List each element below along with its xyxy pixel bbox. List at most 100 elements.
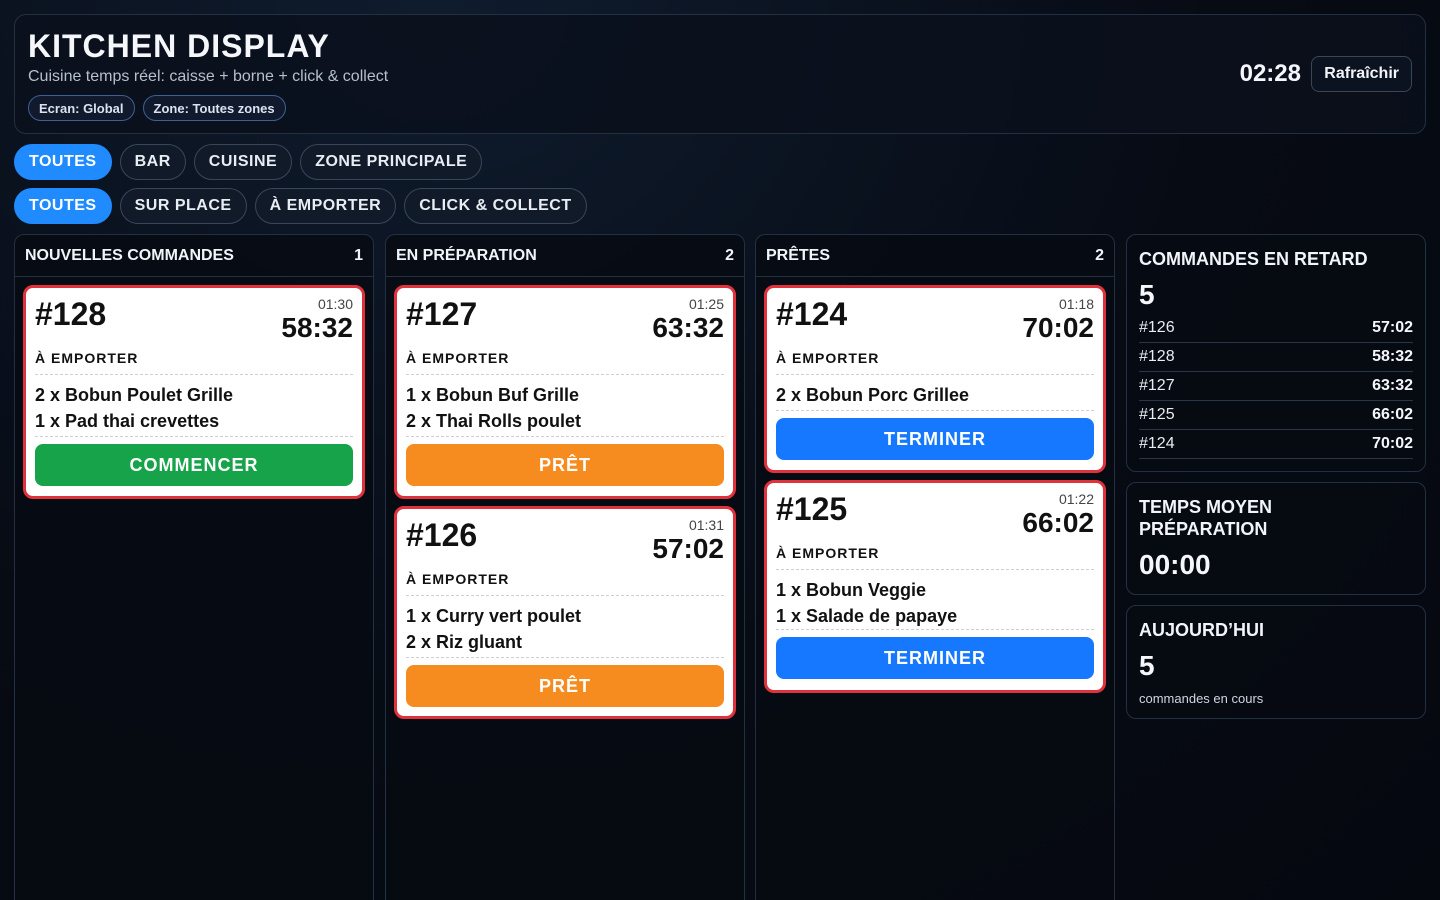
order-card[interactable]: #125 01:22 66:02 À EMPORTER 1 x Bobun Ve… <box>764 480 1106 693</box>
order-time: 01:31 <box>688 517 724 533</box>
finish-button[interactable]: TERMINER <box>776 418 1094 460</box>
order-item: 1 x Salade de papaye <box>776 606 958 626</box>
zone-filter-row: TOUTES BAR CUISINE ZONE PRINCIPALE <box>14 144 483 180</box>
order-type: À EMPORTER <box>776 350 880 366</box>
order-items: 1 x Bobun Veggie 1 x Salade de papaye <box>776 577 957 629</box>
column-header: EN PRÉPARATION 2 <box>386 235 744 277</box>
late-order-id: #128 <box>1139 348 1175 365</box>
order-item: 1 x Pad thai crevettes <box>35 411 220 431</box>
divider <box>406 657 724 658</box>
ready-button[interactable]: PRÊT <box>406 665 724 707</box>
order-item: 1 x Bobun Buf Grille <box>406 385 580 405</box>
zone-filter-all[interactable]: TOUTES <box>14 144 112 180</box>
late-row[interactable]: #128 58:32 <box>1139 343 1413 372</box>
late-order-id: #125 <box>1139 406 1175 423</box>
avg-value: 00:00 <box>1139 549 1211 580</box>
order-items: 1 x Curry vert poulet 2 x Riz gluant <box>406 603 581 655</box>
divider <box>35 374 353 375</box>
order-number: #124 <box>776 296 848 332</box>
order-item: 2 x Bobun Porc Grillee <box>776 385 970 405</box>
order-type: À EMPORTER <box>35 350 139 366</box>
divider <box>776 374 1094 375</box>
late-row[interactable]: #127 63:32 <box>1139 372 1413 401</box>
column-header: NOUVELLES COMMANDES 1 <box>15 235 373 277</box>
mode-filter-click-collect[interactable]: CLICK & COLLECT <box>404 188 587 224</box>
order-number: #128 <box>35 296 107 332</box>
mode-filter-takeaway[interactable]: À EMPORTER <box>254 188 397 224</box>
order-card[interactable]: #127 01:25 63:32 À EMPORTER 1 x Bobun Bu… <box>394 285 736 499</box>
order-time: 01:18 <box>1058 296 1094 312</box>
app-subtitle: Cuisine temps réel: caisse + borne + cli… <box>28 68 389 85</box>
order-card[interactable]: #126 01:31 57:02 À EMPORTER 1 x Curry ve… <box>394 506 736 719</box>
order-item: 1 x Bobun Veggie <box>776 580 927 600</box>
order-card[interactable]: #124 01:18 70:02 À EMPORTER 2 x Bobun Po… <box>764 285 1106 473</box>
column-title: EN PRÉPARATION <box>396 246 537 264</box>
order-card[interactable]: #128 01:30 58:32 À EMPORTER 2 x Bobun Po… <box>23 285 365 499</box>
column-title: NOUVELLES COMMANDES <box>25 246 234 264</box>
column-header: PRÊTES 2 <box>756 235 1114 277</box>
order-items: 1 x Bobun Buf Grille 2 x Thai Rolls poul… <box>406 382 581 434</box>
mode-filter-dine-in[interactable]: SUR PLACE <box>119 188 247 224</box>
late-order-time: 66:02 <box>1372 406 1413 423</box>
column-new: NOUVELLES COMMANDES 1 #128 01:30 58:32 À… <box>14 234 374 900</box>
start-button[interactable]: COMMENCER <box>35 444 353 486</box>
late-order-time: 63:32 <box>1372 377 1413 394</box>
clock: 02:28 <box>1239 60 1301 87</box>
zone-filter-main[interactable]: ZONE PRINCIPALE <box>300 144 483 180</box>
order-items: 2 x Bobun Poulet Grille 1 x Pad thai cre… <box>35 382 233 434</box>
column-count: 1 <box>354 246 363 264</box>
avg-prep-panel: TEMPS MOYEN PRÉPARATION 00:00 <box>1126 482 1426 595</box>
today-caption: commandes en cours <box>1139 691 1264 706</box>
order-time: 01:22 <box>1058 491 1094 507</box>
divider <box>35 436 353 437</box>
divider <box>406 374 724 375</box>
divider <box>776 569 1094 570</box>
order-elapsed: 63:32 <box>652 312 724 343</box>
late-order-id: #127 <box>1139 377 1175 394</box>
divider <box>406 436 724 437</box>
app-title: KITCHEN DISPLAY <box>28 28 330 64</box>
column-count: 2 <box>725 246 734 264</box>
late-order-time: 70:02 <box>1372 435 1413 452</box>
zone-filter-kitchen[interactable]: CUISINE <box>193 144 293 180</box>
order-type: À EMPORTER <box>406 350 510 366</box>
late-list: #126 57:02 #128 58:32 #127 63:32 #125 66… <box>1139 314 1413 459</box>
late-order-time: 57:02 <box>1372 319 1413 336</box>
zone-tag: Zone: Toutes zones <box>142 95 286 121</box>
late-order-id: #124 <box>1139 435 1175 452</box>
late-row[interactable]: #124 70:02 <box>1139 430 1413 459</box>
today-title: AUJOURD’HUI <box>1139 620 1265 640</box>
avg-title-line1: TEMPS MOYEN <box>1139 497 1273 517</box>
avg-title-line2: PRÉPARATION <box>1139 519 1268 539</box>
ready-button[interactable]: PRÊT <box>406 444 724 486</box>
order-elapsed: 58:32 <box>281 312 353 343</box>
late-order-id: #126 <box>1139 319 1175 336</box>
mode-filter-all[interactable]: TOUTES <box>14 188 112 224</box>
order-elapsed: 70:02 <box>1022 312 1094 343</box>
finish-button[interactable]: TERMINER <box>776 637 1094 679</box>
today-panel: AUJOURD’HUI 5 commandes en cours <box>1126 605 1426 719</box>
order-elapsed: 66:02 <box>1022 507 1094 538</box>
order-type: À EMPORTER <box>406 571 510 587</box>
refresh-button[interactable]: Rafraîchir <box>1311 56 1412 92</box>
today-value: 5 <box>1139 650 1155 681</box>
column-preparing: EN PRÉPARATION 2 #127 01:25 63:32 À EMPO… <box>385 234 745 900</box>
order-number: #125 <box>776 491 848 527</box>
order-item: 2 x Bobun Poulet Grille <box>35 385 234 405</box>
screen-tags: Ecran: Global Zone: Toutes zones <box>28 95 286 121</box>
late-order-time: 58:32 <box>1372 348 1413 365</box>
order-item: 2 x Thai Rolls poulet <box>406 411 582 431</box>
zone-filter-bar[interactable]: BAR <box>119 144 186 180</box>
divider <box>776 410 1094 411</box>
mode-filter-row: TOUTES SUR PLACE À EMPORTER CLICK & COLL… <box>14 188 587 224</box>
late-title: COMMANDES EN RETARD <box>1139 249 1368 269</box>
column-ready: PRÊTES 2 #124 01:18 70:02 À EMPORTER 2 x… <box>755 234 1115 900</box>
order-items: 2 x Bobun Porc Grillee <box>776 382 969 408</box>
order-number: #127 <box>406 296 478 332</box>
order-time: 01:30 <box>317 296 353 312</box>
late-row[interactable]: #125 66:02 <box>1139 401 1413 430</box>
header-panel: KITCHEN DISPLAY Cuisine temps réel: cais… <box>14 14 1426 134</box>
late-row[interactable]: #126 57:02 <box>1139 314 1413 343</box>
late-orders-panel: COMMANDES EN RETARD 5 #126 57:02 #128 58… <box>1126 234 1426 472</box>
column-count: 2 <box>1095 246 1104 264</box>
